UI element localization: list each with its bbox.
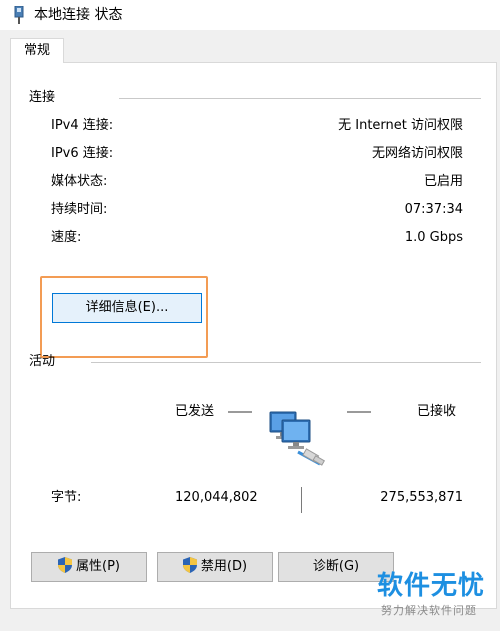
network-adapter-icon <box>14 6 24 24</box>
sent-label: 已发送 <box>175 404 215 419</box>
ipv4-label: IPv4 连接: <box>51 118 114 133</box>
connection-group-label: 连接 <box>29 90 56 105</box>
window-title: 本地连接 状态 <box>34 7 123 23</box>
watermark-sub-text: 努力解决软件问题 <box>381 604 477 617</box>
details-button[interactable]: 详细信息(E)... <box>52 293 202 323</box>
activity-group-divider <box>91 362 481 363</box>
dialog-client-area: 常规 连接 IPv4 连接: 无 Internet 访问权限 IPv6 连接: … <box>0 30 500 631</box>
network-computers-icon <box>269 411 326 466</box>
duration-value: 07:37:34 <box>404 202 463 217</box>
bytes-separator <box>301 487 302 513</box>
general-panel: 连接 IPv4 连接: 无 Internet 访问权限 IPv6 连接: 无网络… <box>10 62 497 609</box>
speed-label: 速度: <box>51 230 82 245</box>
disable-button[interactable]: 禁用(D) <box>157 552 273 582</box>
ipv4-value: 无 Internet 访问权限 <box>338 118 463 133</box>
uac-shield-icon <box>58 557 72 573</box>
tab-general[interactable]: 常规 <box>10 38 64 63</box>
bytes-received-value: 275,553,871 <box>380 490 463 505</box>
properties-button[interactable]: 属性(P) <box>31 552 147 582</box>
duration-label: 持续时间: <box>51 202 108 217</box>
disable-button-label: 禁用(D) <box>200 559 248 574</box>
sent-connector-line <box>228 411 252 413</box>
bytes-sent-value: 120,044,802 <box>175 490 258 505</box>
received-connector-line <box>347 411 371 413</box>
media-state-label: 媒体状态: <box>51 174 108 189</box>
ipv6-value: 无网络访问权限 <box>371 146 463 161</box>
bytes-label: 字节: <box>51 490 82 505</box>
properties-button-label: 属性(P) <box>76 559 120 574</box>
uac-shield-icon <box>182 557 197 573</box>
connection-group-divider <box>119 98 481 99</box>
ipv6-label: IPv6 连接: <box>51 146 114 161</box>
media-state-value: 已启用 <box>423 174 463 189</box>
speed-value: 1.0 Gbps <box>404 230 463 245</box>
title-bar: 本地连接 状态 <box>0 0 500 30</box>
watermark-logo: 软件无忧 努力解决软件问题 <box>363 570 498 630</box>
watermark-main-text: 软件无忧 <box>377 571 486 601</box>
received-label: 已接收 <box>417 404 457 419</box>
activity-group-label: 活动 <box>29 354 56 369</box>
